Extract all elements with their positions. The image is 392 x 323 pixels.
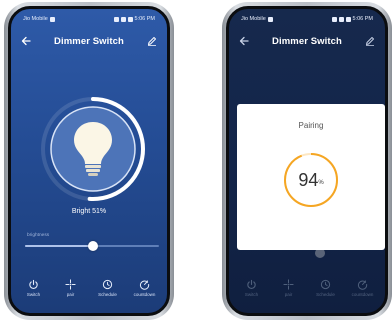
edit-pencil-icon[interactable] [361, 32, 379, 50]
clock-icon [102, 279, 113, 290]
pairing-title: Pairing [298, 121, 324, 130]
tab-label: pair [66, 292, 75, 297]
left-phone: Jio Mobile 5:06 PM Dimmer Switch Bright … [4, 2, 174, 320]
status-time: 5:06 PM [134, 16, 155, 22]
tab-label: Schedule [316, 292, 335, 297]
pairing-unit: % [318, 180, 324, 186]
battery-icon [345, 17, 351, 22]
timer-icon [139, 280, 150, 290]
carrier-label: Jio Mobile [23, 16, 48, 22]
brightness-slider[interactable] [25, 241, 159, 251]
back-arrow-icon[interactable] [17, 32, 35, 50]
brightness-dial[interactable] [38, 94, 148, 204]
edit-pencil-icon[interactable] [143, 32, 161, 50]
dimmer-screen: Jio Mobile 5:06 PM Dimmer Switch Bright … [8, 6, 170, 316]
top-bar: Dimmer Switch [235, 31, 379, 51]
status-bar: Jio Mobile 5:06 PM [23, 15, 155, 24]
notification-icon [49, 17, 55, 22]
bottom-tab-bar: Switch pair Schedule countdown [233, 279, 381, 307]
slider-label: brightness [27, 233, 50, 238]
tab-schedule[interactable]: Schedule [311, 279, 341, 297]
pairing-dialog: Pairing 94 % [237, 104, 385, 250]
tab-label: countdown [133, 292, 156, 297]
tab-label: pair [284, 292, 293, 297]
tab-label: Schedule [98, 292, 117, 297]
pair-icon [65, 279, 76, 290]
pairing-screen: Jio Mobile 5:06 PM Dimmer Switch Switch … [226, 6, 388, 316]
tab-countdown[interactable]: countdown [130, 279, 160, 297]
tab-label: Switch [26, 292, 41, 297]
battery-icon [127, 17, 133, 22]
tab-switch[interactable]: Switch [19, 279, 49, 297]
tab-pair[interactable]: pair [274, 279, 304, 297]
tab-schedule[interactable]: Schedule [93, 279, 123, 297]
power-icon [29, 279, 38, 290]
bottom-tab-bar: Switch pair Schedule countdown [15, 279, 163, 307]
back-arrow-icon[interactable] [235, 32, 253, 50]
timer-icon [357, 280, 368, 290]
tab-label: countdown [351, 292, 374, 297]
slider-thumb[interactable] [88, 241, 99, 251]
wifi-icon [113, 17, 119, 22]
top-bar: Dimmer Switch [17, 31, 161, 51]
wifi-icon [331, 17, 337, 22]
signal-icon [120, 17, 126, 22]
right-phone: Jio Mobile 5:06 PM Dimmer Switch Switch … [222, 2, 392, 320]
pair-icon [283, 279, 294, 290]
brightness-readout: Bright 51% [71, 208, 107, 215]
signal-icon [338, 17, 344, 22]
page-title: Dimmer Switch [54, 35, 124, 47]
page-title: Dimmer Switch [272, 35, 342, 47]
tab-pair[interactable]: pair [56, 279, 86, 297]
notification-icon [267, 17, 273, 22]
status-bar: Jio Mobile 5:06 PM [241, 15, 373, 24]
tab-label: Switch [244, 292, 259, 297]
pairing-value: 94 [298, 169, 319, 190]
power-icon [247, 279, 256, 290]
clock-icon [320, 279, 331, 290]
carrier-label: Jio Mobile [241, 16, 266, 22]
pairing-percentage: 94 % [281, 150, 341, 210]
tab-switch[interactable]: Switch [237, 279, 267, 297]
slider-fill [25, 245, 94, 247]
status-time: 5:06 PM [352, 16, 373, 22]
tab-countdown[interactable]: countdown [348, 279, 378, 297]
